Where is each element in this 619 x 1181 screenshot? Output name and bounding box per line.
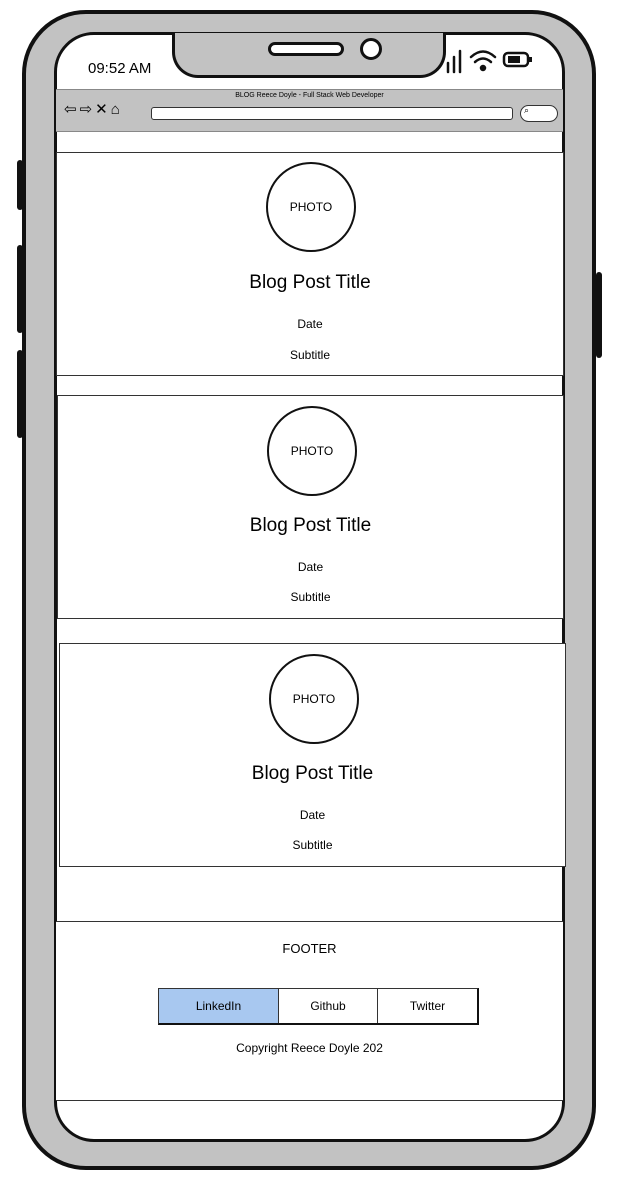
footer: FOOTER LinkedIn Github Twitter Copyright…: [56, 921, 563, 1101]
status-time: 09:52 AM: [88, 60, 152, 77]
camera: [360, 38, 382, 60]
side-button: [596, 272, 602, 358]
social-links: LinkedIn Github Twitter: [158, 988, 479, 1025]
footer-label: FOOTER: [282, 941, 337, 956]
blog-post-card[interactable]: PHOTO Blog Post Title Date Subtitle: [57, 395, 564, 619]
post-subtitle: Subtitle: [290, 590, 331, 604]
github-link[interactable]: Github: [279, 989, 378, 1023]
post-date: Date: [297, 317, 323, 331]
url-input[interactable]: [151, 107, 513, 120]
post-subtitle: Subtitle: [292, 838, 333, 852]
post-title[interactable]: Blog Post Title: [58, 515, 563, 537]
status-icons: [446, 49, 532, 74]
copyright-text: Copyright Reece Doyle 202: [236, 1041, 383, 1055]
post-title[interactable]: Blog Post Title: [57, 272, 563, 294]
post-title[interactable]: Blog Post Title: [60, 763, 565, 785]
post-photo: PHOTO: [269, 654, 359, 744]
browser-nav-icons[interactable]: ⇦⇨✕⌂: [64, 100, 123, 118]
blog-post-card[interactable]: PHOTO Blog Post Title Date Subtitle: [56, 152, 564, 376]
linkedin-link[interactable]: LinkedIn: [159, 989, 279, 1023]
battery-icon: [502, 51, 532, 68]
post-photo: PHOTO: [266, 162, 356, 252]
wifi-icon: [469, 50, 497, 72]
post-date: Date: [297, 560, 324, 574]
side-button: [17, 350, 23, 438]
browser-bar: BLOG Reece Doyle - Full Stack Web Develo…: [56, 89, 563, 132]
side-button: [17, 160, 23, 210]
side-button: [17, 245, 23, 333]
twitter-link[interactable]: Twitter: [378, 989, 477, 1023]
browser-title: BLOG Reece Doyle - Full Stack Web Develo…: [235, 92, 384, 99]
signal-icon: [446, 49, 462, 74]
post-photo: PHOTO: [267, 406, 357, 496]
post-subtitle: Subtitle: [289, 348, 331, 362]
search-icon: ⌕: [524, 105, 530, 115]
speaker: [268, 42, 344, 56]
blog-post-card[interactable]: PHOTO Blog Post Title Date Subtitle: [59, 643, 566, 867]
post-date: Date: [299, 808, 326, 822]
search-button[interactable]: ⌕: [520, 105, 558, 122]
